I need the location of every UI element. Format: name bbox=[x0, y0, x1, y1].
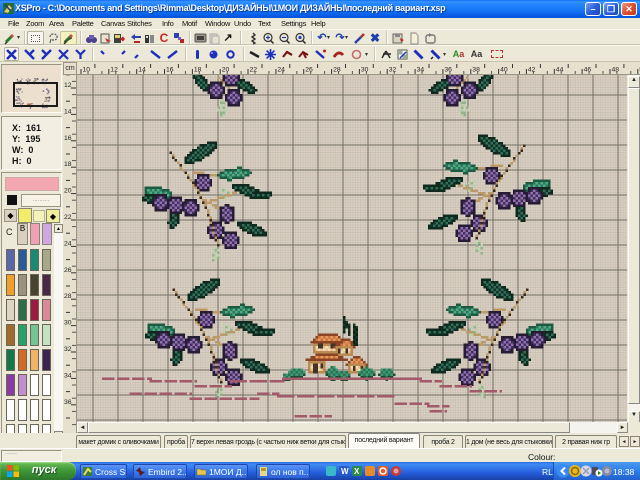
svg-text:20: 20 bbox=[64, 188, 72, 195]
svg-text:30: 30 bbox=[64, 320, 72, 327]
svg-text:10: 10 bbox=[83, 67, 91, 74]
svg-text:12: 12 bbox=[110, 67, 118, 74]
svg-text:36: 36 bbox=[444, 67, 452, 74]
svg-text:36: 36 bbox=[64, 399, 72, 406]
svg-text:24: 24 bbox=[277, 67, 285, 74]
svg-text:14: 14 bbox=[64, 108, 72, 115]
svg-text:32: 32 bbox=[389, 67, 397, 74]
svg-text:38: 38 bbox=[472, 67, 480, 74]
svg-text:44: 44 bbox=[556, 67, 564, 74]
svg-text:16: 16 bbox=[64, 135, 72, 142]
svg-text:X: X bbox=[354, 467, 360, 476]
svg-text:20: 20 bbox=[222, 67, 230, 74]
svg-text:42: 42 bbox=[528, 67, 536, 74]
svg-text:22: 22 bbox=[250, 67, 258, 74]
svg-text:18: 18 bbox=[194, 67, 202, 74]
svg-text:12: 12 bbox=[64, 82, 72, 89]
svg-text:34: 34 bbox=[64, 372, 72, 379]
svg-text:28: 28 bbox=[333, 67, 341, 74]
svg-text:28: 28 bbox=[64, 293, 72, 300]
svg-text:18: 18 bbox=[64, 161, 72, 168]
svg-text:14: 14 bbox=[138, 67, 146, 74]
svg-text:48: 48 bbox=[612, 67, 620, 74]
svg-text:34: 34 bbox=[417, 67, 425, 74]
svg-text:40: 40 bbox=[500, 67, 508, 74]
svg-text:24: 24 bbox=[64, 240, 72, 247]
svg-text:46: 46 bbox=[584, 67, 592, 74]
svg-text:30: 30 bbox=[361, 67, 369, 74]
svg-text:W: W bbox=[341, 467, 349, 476]
svg-text:26: 26 bbox=[64, 267, 72, 274]
svg-text:32: 32 bbox=[64, 346, 72, 353]
svg-text:22: 22 bbox=[64, 214, 72, 221]
svg-text:16: 16 bbox=[166, 67, 174, 74]
svg-text:26: 26 bbox=[305, 67, 313, 74]
